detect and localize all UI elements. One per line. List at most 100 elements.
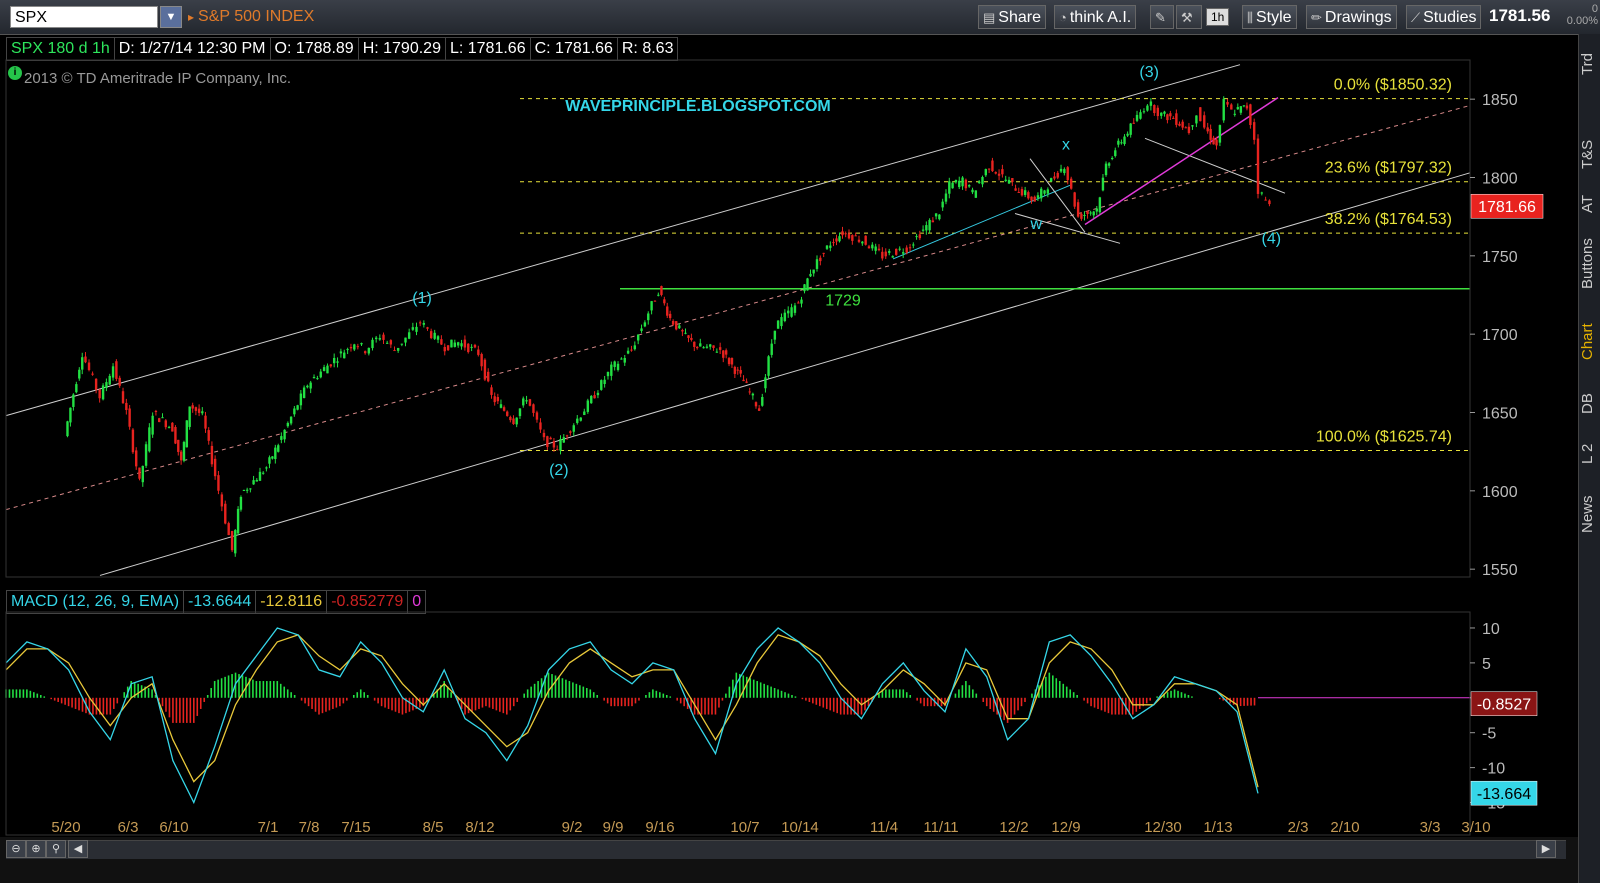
candle-body <box>600 380 603 390</box>
candle-body <box>695 346 699 349</box>
candle-body <box>742 379 745 382</box>
candle-body <box>832 242 835 244</box>
candle-body <box>385 342 389 344</box>
candle-body <box>958 180 961 188</box>
macd-tick-label: -10 <box>1482 761 1505 778</box>
candle-body <box>559 439 562 451</box>
candle-body <box>356 346 360 348</box>
candle-body <box>1080 213 1083 219</box>
candle-body <box>158 418 161 423</box>
candle-body <box>977 181 981 184</box>
candle-body <box>1040 188 1043 199</box>
magnifier-button[interactable]: ⚲ <box>46 840 66 858</box>
candle-body <box>925 225 928 231</box>
price-chart[interactable]: 0.0% ($1850.32) 23.6% ($1797.32) 38.2% ($1… <box>0 0 1600 883</box>
candle-body <box>871 244 874 249</box>
candle-body <box>901 252 905 254</box>
candle-body <box>234 530 237 554</box>
candle-body <box>797 302 800 304</box>
candle-body <box>1203 115 1206 128</box>
zoom-in-button[interactable]: ⊕ <box>26 840 46 858</box>
candle-body <box>539 422 542 430</box>
date-tick-label: 2/3 <box>1288 819 1309 836</box>
candle-body <box>1178 123 1181 126</box>
date-tick-label: 6/3 <box>118 819 139 836</box>
candle-body <box>101 385 105 400</box>
candle-body <box>363 351 367 354</box>
candle-body <box>610 364 613 376</box>
scroll-right-button[interactable]: ▶ <box>1536 840 1556 858</box>
candle-body <box>1166 114 1169 121</box>
candle-body <box>1163 111 1166 114</box>
candle-body <box>1142 111 1146 113</box>
candle-body <box>1063 169 1066 174</box>
candle-body <box>210 445 214 465</box>
candle-body <box>443 347 446 352</box>
candle-body <box>812 269 815 274</box>
candle-body <box>378 338 382 340</box>
date-tick-label: 9/9 <box>603 819 624 836</box>
candle-body <box>722 350 725 358</box>
fib-level-label: 0.0% ($1850.32) <box>1334 77 1452 94</box>
price-tick-label: 1600 <box>1482 484 1518 501</box>
candle-body <box>891 256 894 258</box>
price-pane-border <box>5 59 1471 578</box>
candle-body <box>844 233 847 235</box>
candle-body <box>1195 115 1198 124</box>
candle-body <box>453 342 457 347</box>
candle-body <box>1226 101 1229 105</box>
candle-body <box>1156 107 1160 117</box>
candle-body <box>1014 188 1017 191</box>
time-scrollbar[interactable] <box>6 840 1566 859</box>
candle-body <box>422 323 426 325</box>
candle-body <box>446 345 450 351</box>
watermark: WAVEPRINCIPLE.BLOGSPOT.COM <box>565 98 831 115</box>
candle-body <box>1046 189 1050 194</box>
zoom-out-button[interactable]: ⊖ <box>6 840 26 858</box>
candle-body <box>542 432 546 438</box>
candle-body <box>1160 112 1163 116</box>
date-tick-label: 8/5 <box>423 819 444 836</box>
candle-body <box>806 278 809 291</box>
scroll-left-button[interactable]: ◀ <box>68 840 88 858</box>
candle-body <box>329 364 333 367</box>
candle-body <box>1033 196 1036 202</box>
candle-body <box>286 422 290 427</box>
axes: 1550 1600 1650 1700 1750 1800 1850 5/20 6/3 6/10 7… <box>5 59 1544 836</box>
candle-body <box>1135 114 1139 121</box>
candle-body <box>1056 172 1059 178</box>
candle-body <box>590 396 593 404</box>
candle-body <box>1123 136 1126 145</box>
macd-diff-badge-label: -0.8527 <box>1477 697 1531 714</box>
candle-body <box>227 523 230 536</box>
candle-body <box>1004 179 1007 182</box>
candle-body <box>579 417 582 421</box>
date-tick-label: 1/13 <box>1203 819 1232 836</box>
candle-body <box>418 322 422 324</box>
candle-body <box>616 363 620 370</box>
candle-body <box>87 362 91 371</box>
candle-body <box>1233 113 1236 115</box>
candle-body <box>583 411 586 416</box>
candle-body <box>1191 125 1194 127</box>
candle-body <box>213 458 217 477</box>
candle-body <box>473 344 477 348</box>
candle-body <box>293 408 296 415</box>
candle-body <box>699 343 702 347</box>
price-tick-label: 1650 <box>1482 406 1518 423</box>
candle-body <box>905 247 908 253</box>
candle-body <box>280 436 283 440</box>
macd-value-badge-label: -13.664 <box>1477 786 1531 803</box>
candle-body <box>1073 192 1076 207</box>
candle-body <box>1181 121 1184 128</box>
candle-body <box>819 257 822 262</box>
candle-body <box>245 489 249 491</box>
candle-body <box>367 347 371 354</box>
candle-body <box>1098 197 1102 213</box>
candle-body <box>861 241 864 244</box>
candle-body <box>255 479 258 482</box>
candle-body <box>569 431 572 433</box>
candle-body <box>141 465 144 483</box>
candle-body <box>1036 195 1040 198</box>
candle-body <box>1230 104 1233 110</box>
